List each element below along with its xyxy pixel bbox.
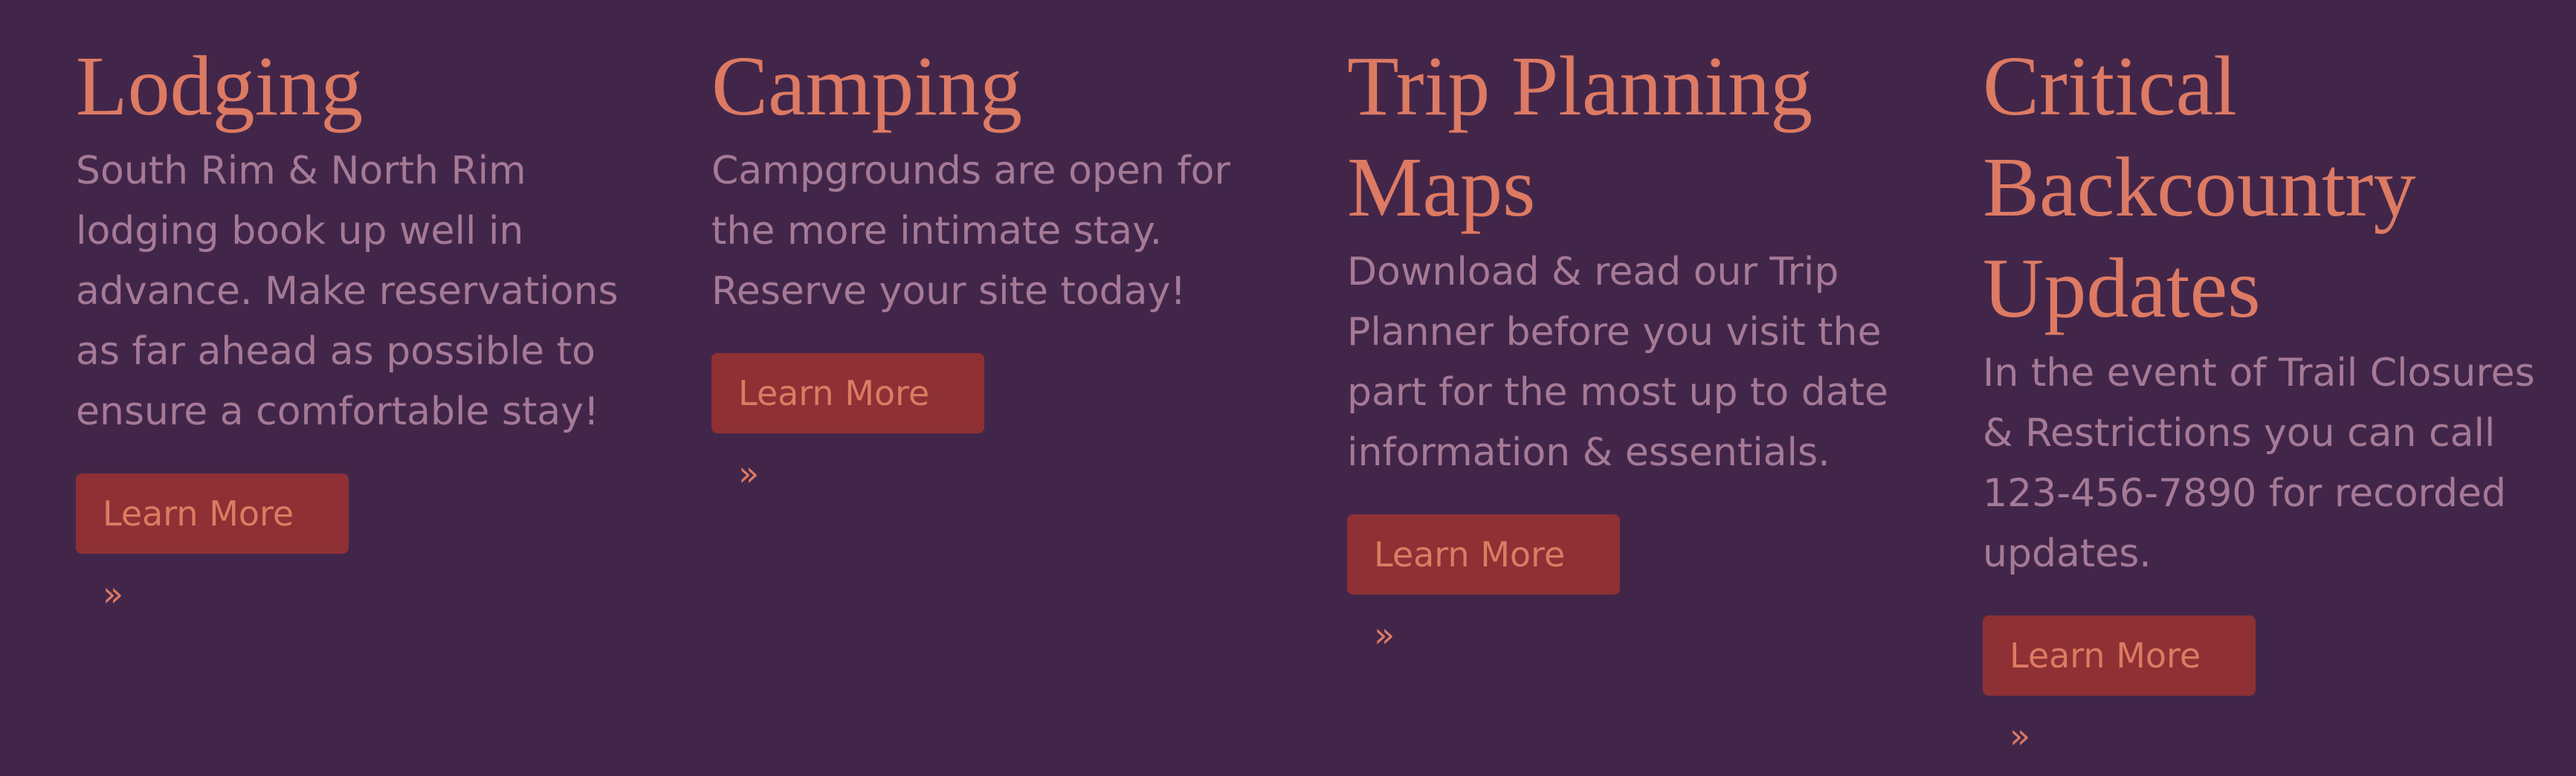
backcountry-updates-column: Critical Backcountry Updates In the even… (1983, 36, 2548, 756)
lodging-heading: Lodging (76, 39, 364, 133)
lodging-learn-more-button[interactable]: Learn More » (76, 473, 349, 614)
backcountry-updates-heading: Critical Backcountry Updates (1983, 39, 2416, 335)
lodging-column: Lodging South Rim & North Rim lodging bo… (76, 36, 641, 614)
camping-column: Camping Campgrounds are open for the mor… (711, 36, 1276, 494)
backcountry-updates-description: In the event of Trail Closures & Restric… (1983, 351, 2535, 576)
backcountry-updates-learn-more-button[interactable]: Learn More » (1983, 615, 2256, 756)
trip-planning-maps-column: Trip Planning Maps Download & read our T… (1347, 36, 1912, 655)
trip-planning-maps-learn-more-button[interactable]: Learn More » (1347, 514, 1620, 655)
camping-heading: Camping (711, 39, 1022, 133)
feature-columns: Lodging South Rim & North Rim lodging bo… (0, 0, 2576, 756)
trip-planning-maps-description: Download & read our Trip Planner before … (1347, 250, 1889, 475)
lodging-description: South Rim & North Rim lodging book up we… (76, 149, 619, 434)
camping-learn-more-button[interactable]: Learn More » (711, 353, 984, 494)
camping-description: Campgrounds are open for the more intima… (711, 149, 1230, 314)
trip-planning-maps-heading: Trip Planning Maps (1347, 39, 1813, 234)
